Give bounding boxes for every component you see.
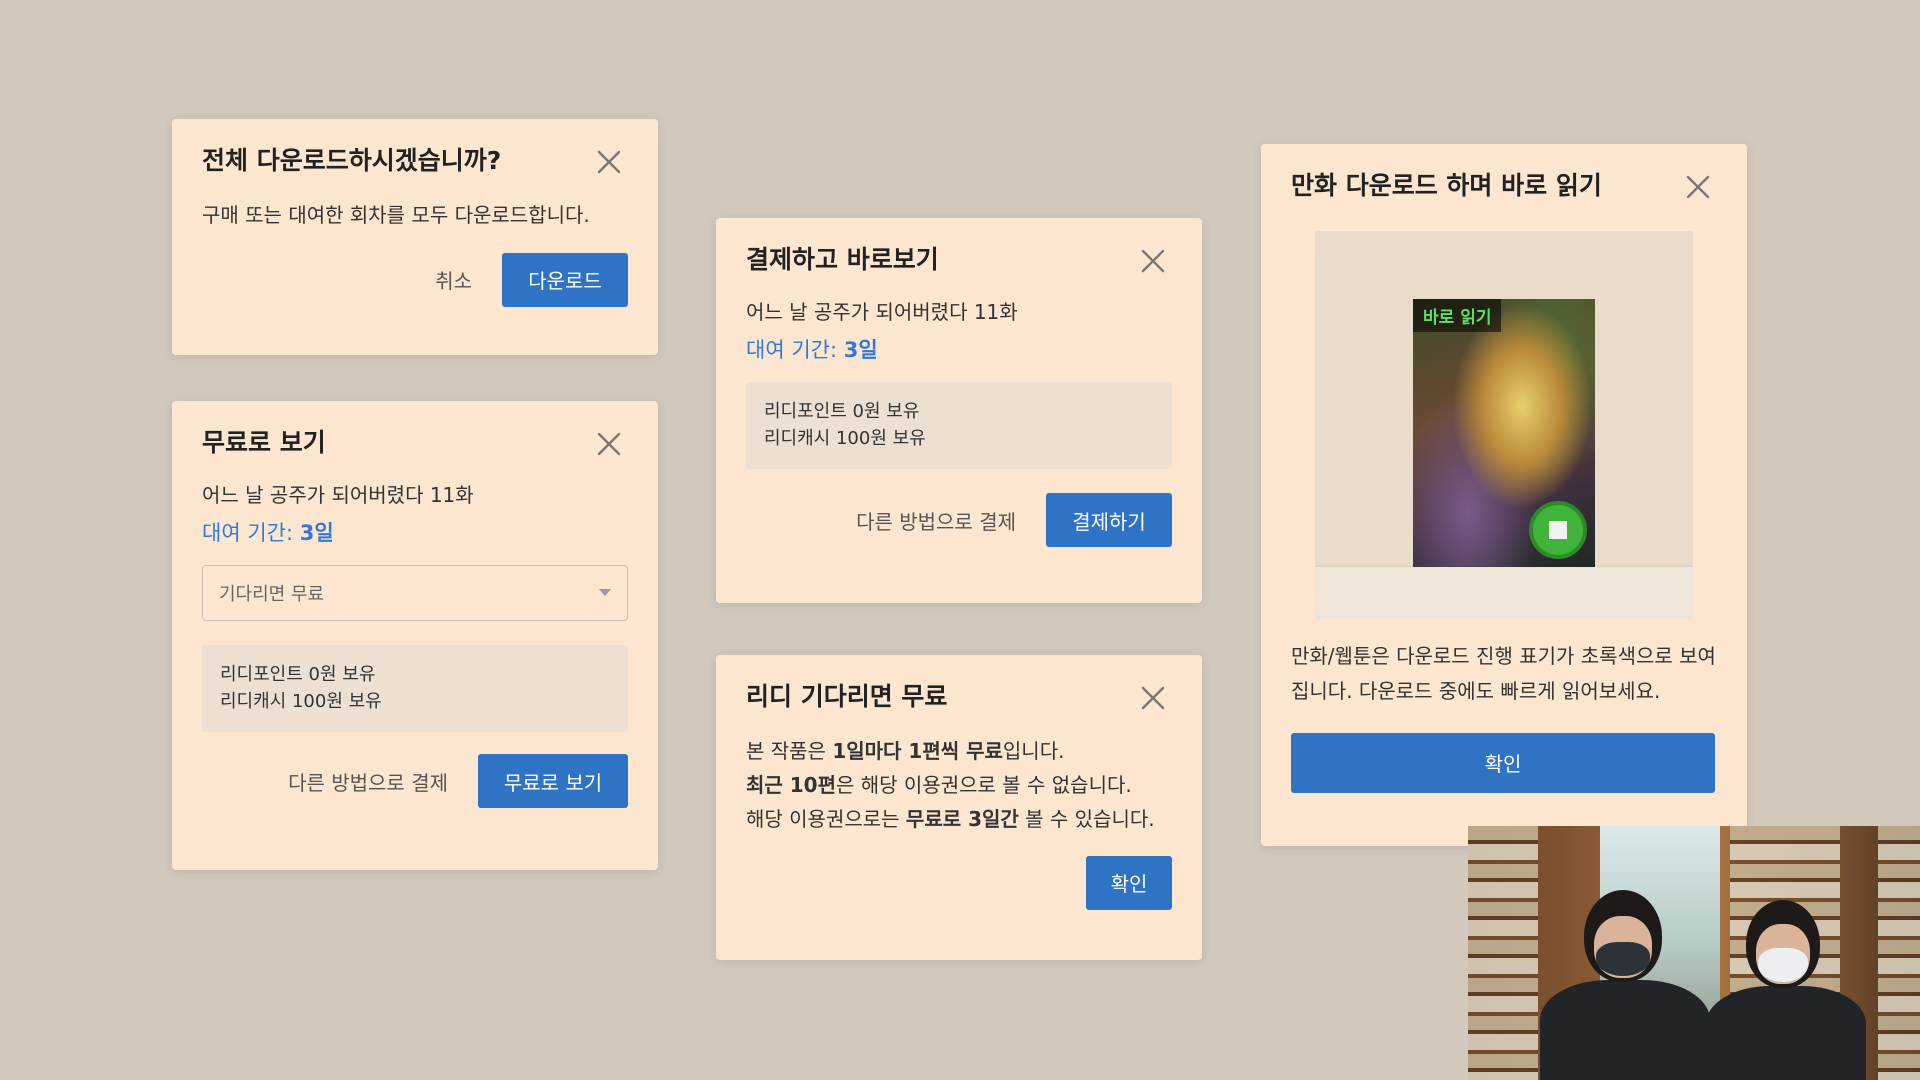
webcam-feed bbox=[1468, 826, 1920, 1080]
line-text: 은 해당 이용권으로 볼 수 없습니다. bbox=[836, 772, 1132, 797]
dialog-description: 구매 또는 대여한 회차를 모두 다운로드합니다. bbox=[202, 202, 590, 227]
balance-box: 리디포인트 0원 보유 리디캐시 100원 보유 bbox=[746, 381, 1172, 470]
person-left bbox=[1540, 890, 1710, 1080]
description-line: 본 작품은 1일마다 1편씩 무료입니다. bbox=[746, 734, 1172, 768]
line-text: 본 작품은 bbox=[746, 738, 833, 763]
line-emphasis: 무료로 3일간 bbox=[905, 806, 1019, 831]
dialog-title: 리디 기다리면 무료 bbox=[746, 682, 948, 711]
close-icon[interactable] bbox=[1685, 174, 1711, 200]
dialog-title: 결제하고 바로보기 bbox=[746, 245, 939, 274]
rental-period-value: 3일 bbox=[299, 520, 334, 545]
cash-balance: 리디캐시 100원 보유 bbox=[764, 428, 926, 450]
alt-payment-button[interactable]: 다른 방법으로 결제 bbox=[278, 767, 458, 796]
person-right bbox=[1706, 900, 1866, 1080]
download-all-dialog: 전체 다운로드하시겠습니까? 구매 또는 대여한 회차를 모두 다운로드합니다.… bbox=[172, 119, 658, 355]
episode-title: 어느 날 공주가 되어버렸다 11화 bbox=[202, 482, 474, 507]
line-text: 입니다. bbox=[1002, 738, 1065, 763]
points-balance: 리디포인트 0원 보유 bbox=[764, 400, 920, 422]
pay-button[interactable]: 결제하기 bbox=[1046, 493, 1172, 548]
cash-balance: 리디캐시 100원 보유 bbox=[220, 691, 382, 713]
chevron-down-icon bbox=[599, 589, 611, 596]
wait-free-dialog: 리디 기다리면 무료 본 작품은 1일마다 1편씩 무료입니다. 최근 10편은… bbox=[716, 655, 1202, 960]
comic-preview: 바로 읽기 bbox=[1315, 230, 1693, 619]
close-icon[interactable] bbox=[1140, 685, 1166, 711]
bookshelf bbox=[1878, 826, 1920, 1080]
rental-period: 대여 기간: 3일 bbox=[746, 334, 1172, 364]
close-icon[interactable] bbox=[596, 149, 622, 175]
dialog-title: 만화 다운로드 하며 바로 읽기 bbox=[1291, 171, 1602, 200]
description-line: 해당 이용권으로는 무료로 3일간 볼 수 있습니다. bbox=[746, 802, 1172, 836]
confirm-button[interactable]: 확인 bbox=[1291, 732, 1715, 793]
download-progress-indicator[interactable] bbox=[1529, 500, 1587, 559]
confirm-button[interactable]: 확인 bbox=[1086, 855, 1172, 910]
download-button[interactable]: 다운로드 bbox=[502, 252, 628, 307]
bookshelf bbox=[1468, 826, 1538, 1080]
dialog-title: 무료로 보기 bbox=[202, 428, 326, 457]
close-icon[interactable] bbox=[596, 431, 622, 457]
line-emphasis: 1일마다 1편씩 무료 bbox=[832, 738, 1003, 763]
dialog-title: 전체 다운로드하시겠습니까? bbox=[202, 146, 502, 175]
line-emphasis: 최근 10편 bbox=[746, 772, 836, 797]
wait-free-description: 본 작품은 1일마다 1편씩 무료입니다. 최근 10편은 해당 이용권으로 볼… bbox=[746, 734, 1172, 836]
ticket-select-value: 기다리면 무료 bbox=[219, 583, 325, 605]
line-text: 볼 수 있습니다. bbox=[1018, 806, 1155, 831]
comic-download-dialog: 만화 다운로드 하며 바로 읽기 바로 읽기 만화/웹툰은 다운로드 진행 표기… bbox=[1261, 144, 1747, 846]
comic-cover[interactable]: 바로 읽기 bbox=[1413, 298, 1595, 567]
free-view-dialog: 무료로 보기 어느 날 공주가 되어버렸다 11화 대여 기간: 3일 기다리면… bbox=[172, 401, 658, 870]
free-view-button[interactable]: 무료로 보기 bbox=[478, 754, 628, 809]
points-balance: 리디포인트 0원 보유 bbox=[220, 663, 376, 685]
description-line: 최근 10편은 해당 이용권으로 볼 수 없습니다. bbox=[746, 768, 1172, 802]
preview-shelf bbox=[1315, 564, 1693, 619]
rental-period-label: 대여 기간: bbox=[746, 337, 844, 362]
rental-period: 대여 기간: 3일 bbox=[202, 517, 628, 547]
line-text: 해당 이용권으로는 bbox=[746, 806, 906, 831]
close-icon[interactable] bbox=[1140, 248, 1166, 274]
balance-box: 리디포인트 0원 보유 리디캐시 100원 보유 bbox=[202, 644, 628, 733]
cancel-button[interactable]: 취소 bbox=[425, 265, 482, 294]
pay-view-dialog: 결제하고 바로보기 어느 날 공주가 되어버렸다 11화 대여 기간: 3일 리… bbox=[716, 218, 1202, 603]
rental-period-label: 대여 기간: bbox=[202, 520, 300, 545]
dialog-description: 만화/웹툰은 다운로드 진행 표기가 초록색으로 보여집니다. 다운로드 중에도… bbox=[1291, 643, 1716, 703]
rental-period-value: 3일 bbox=[843, 337, 878, 362]
stop-icon bbox=[1549, 520, 1567, 539]
read-now-badge: 바로 읽기 bbox=[1413, 298, 1502, 332]
alt-payment-button[interactable]: 다른 방법으로 결제 bbox=[846, 506, 1026, 535]
episode-title: 어느 날 공주가 되어버렸다 11화 bbox=[746, 299, 1018, 324]
ticket-select[interactable]: 기다리면 무료 bbox=[202, 564, 628, 621]
